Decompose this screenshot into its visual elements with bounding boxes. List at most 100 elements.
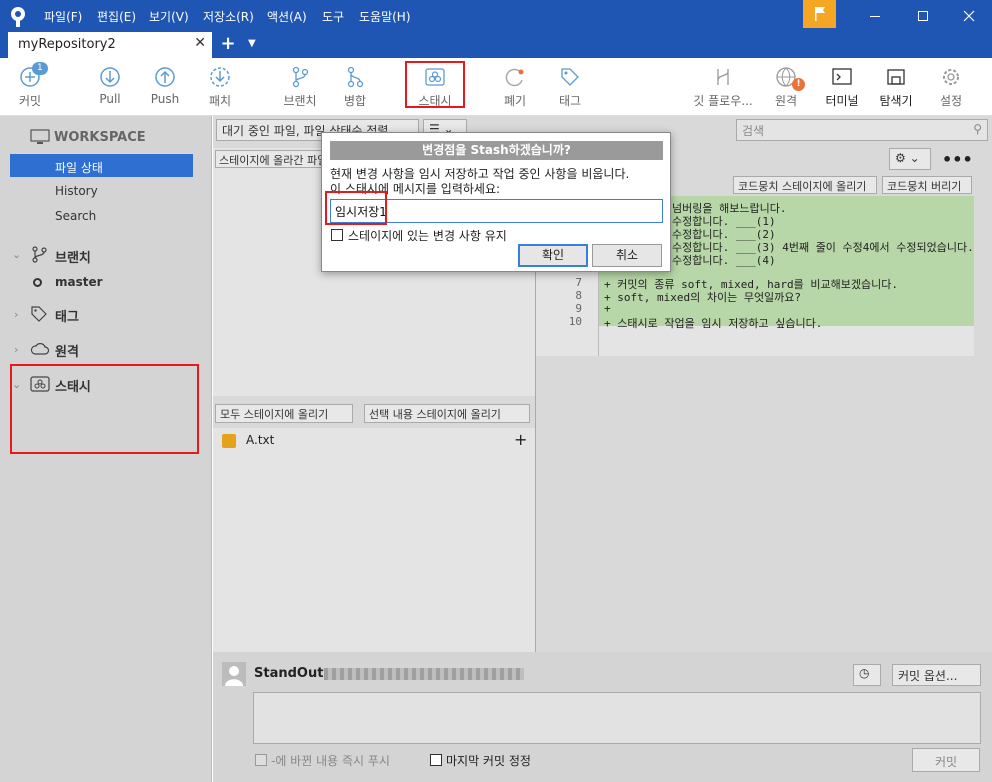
- remote-button[interactable]: ! 원격: [756, 66, 816, 112]
- sidebar-remotes-heading[interactable]: 원격: [55, 341, 79, 360]
- unstaged-files-panel: [213, 428, 535, 652]
- patch-button[interactable]: 패치: [190, 66, 250, 112]
- push-label: Push: [150, 92, 180, 106]
- maximize-button[interactable]: [900, 0, 946, 32]
- discard-label: 폐기: [503, 94, 527, 108]
- diff-line: +: [604, 302, 611, 315]
- search-input[interactable]: 검색 ⚲: [736, 119, 988, 141]
- push-button[interactable]: Push: [135, 66, 195, 112]
- tab-myrepository2[interactable]: myRepository2 ✕: [8, 32, 212, 58]
- more-options-icon[interactable]: •••: [942, 150, 973, 169]
- push-now-label: -에 바뀐 내용 즉시 푸시: [271, 754, 390, 768]
- push-now-checkbox[interactable]: [255, 754, 267, 766]
- commit-author-name: StandOut: [254, 666, 324, 681]
- menu-file[interactable]: 파일(F): [44, 8, 82, 25]
- menu-help[interactable]: 도움말(H): [359, 8, 411, 25]
- keep-staged-checkbox[interactable]: [331, 229, 343, 241]
- sidebar-item-history[interactable]: History: [55, 184, 98, 198]
- amend-checkbox[interactable]: [430, 754, 442, 766]
- settings-label: 설정: [939, 94, 963, 108]
- search-placeholder: 검색: [742, 124, 765, 138]
- discard-button[interactable]: 폐기: [485, 66, 545, 112]
- sidebar-branches-heading[interactable]: 브랜치: [55, 247, 91, 266]
- chevron-right-icon[interactable]: ›: [14, 308, 18, 321]
- staged-header: 스테이지에 올라간 파일: [215, 150, 325, 168]
- cloud-icon: [30, 342, 50, 359]
- commit-options-select[interactable]: 커밋 옵션...: [892, 664, 981, 686]
- diff-line-number: 9: [575, 302, 582, 315]
- search-icon: ⚲: [973, 122, 982, 136]
- diff-line-number: 7: [575, 276, 582, 289]
- stage-file-plus-icon[interactable]: +: [514, 430, 527, 449]
- diff-line-number: 8: [575, 289, 582, 302]
- patch-label: 패치: [208, 94, 232, 108]
- discard-hunk-button[interactable]: 코드뭉치 버리기: [882, 176, 972, 194]
- close-icon: [963, 10, 975, 22]
- settings-button[interactable]: 설정: [921, 66, 981, 112]
- push-arrow-up-icon: [155, 67, 175, 87]
- amend-label: 마지막 커밋 정정: [446, 754, 531, 768]
- commit-submit-button[interactable]: 커밋: [912, 748, 980, 772]
- tag-icon: [561, 68, 579, 86]
- gitflow-button[interactable]: 깃 플로우...: [690, 66, 756, 112]
- branch-label: 브랜치: [283, 94, 317, 108]
- pull-button[interactable]: Pull: [80, 66, 140, 112]
- minimize-button[interactable]: [852, 0, 898, 32]
- stage-all-button[interactable]: 모두 스테이지에 올리기: [215, 404, 353, 423]
- sidebar-item-master[interactable]: master: [55, 275, 103, 289]
- current-branch-icon: [33, 278, 42, 287]
- sidebar-item-label: 파일 상태: [55, 161, 103, 175]
- branch-icon: [30, 245, 48, 266]
- menu-actions[interactable]: 액션(A): [267, 8, 307, 25]
- folder-icon: [887, 69, 905, 85]
- tag-icon: [30, 305, 48, 326]
- stage-selected-button[interactable]: 선택 내용 스테이지에 올리기: [364, 404, 530, 423]
- commit-history-button[interactable]: ◷: [853, 664, 881, 686]
- menu-edit[interactable]: 편집(E): [97, 8, 136, 25]
- close-window-button[interactable]: [946, 0, 992, 32]
- new-tab-button[interactable]: +: [218, 33, 238, 55]
- diff-line-number: 10: [568, 315, 582, 328]
- commit-label: 커밋: [18, 94, 42, 108]
- tab-menu-chevron-icon[interactable]: ▼: [248, 38, 256, 49]
- pull-arrow-down-icon: [100, 67, 120, 87]
- flag-icon: [814, 7, 825, 21]
- diff-line: 수정합니다. ___(4): [672, 254, 776, 267]
- clock-icon: ◷: [859, 666, 870, 680]
- tag-button[interactable]: 태그: [540, 66, 600, 112]
- terminal-button[interactable]: 터미널: [812, 66, 872, 112]
- sidebar-tags-heading[interactable]: 태그: [55, 306, 79, 325]
- flag-button[interactable]: [803, 0, 836, 28]
- menu-repository[interactable]: 저장소(R): [203, 8, 254, 25]
- diff-line: + 스태시로 작업을 임시 저장하고 싶습니다.: [604, 317, 823, 330]
- ok-button[interactable]: 확인: [518, 244, 588, 267]
- annotation-stash-sidebar: [10, 364, 199, 454]
- tab-close-icon[interactable]: ✕: [194, 35, 206, 51]
- modified-file-icon: [222, 434, 236, 448]
- gitflow-icon: [717, 69, 729, 85]
- cancel-button[interactable]: 취소: [592, 244, 662, 267]
- merge-button[interactable]: 병합: [325, 66, 385, 112]
- gear-icon: ⚙ ⌄: [895, 151, 920, 165]
- remote-warning-icon: !: [792, 78, 805, 91]
- explorer-button[interactable]: 탐색기: [866, 66, 926, 112]
- sourcetree-logo-icon: [8, 6, 28, 27]
- terminal-icon: [832, 68, 852, 85]
- commit-button[interactable]: 1 커밋: [0, 62, 60, 112]
- explorer-label: 탐색기: [879, 94, 913, 108]
- chevron-right-icon[interactable]: ›: [14, 343, 18, 356]
- merge-label: 병합: [343, 94, 367, 108]
- chevron-down-icon[interactable]: ⌄: [12, 248, 21, 261]
- branch-button[interactable]: 브랜치: [270, 66, 330, 112]
- sidebar-item-search[interactable]: Search: [55, 209, 96, 223]
- discard-refresh-icon: [505, 68, 524, 87]
- pull-label: Pull: [99, 92, 121, 106]
- menu-tools[interactable]: 도구: [322, 8, 344, 25]
- diff-settings-button[interactable]: ⚙ ⌄: [889, 148, 931, 170]
- commit-message-textarea[interactable]: [253, 692, 981, 744]
- menu-view[interactable]: 보기(V): [149, 8, 189, 25]
- stage-hunk-button[interactable]: 코드뭉치 스테이지에 올리기: [733, 176, 877, 194]
- maximize-icon: [918, 11, 928, 21]
- unstaged-file-name[interactable]: A.txt: [246, 433, 274, 447]
- gitflow-label: 깃 플로우...: [693, 94, 753, 108]
